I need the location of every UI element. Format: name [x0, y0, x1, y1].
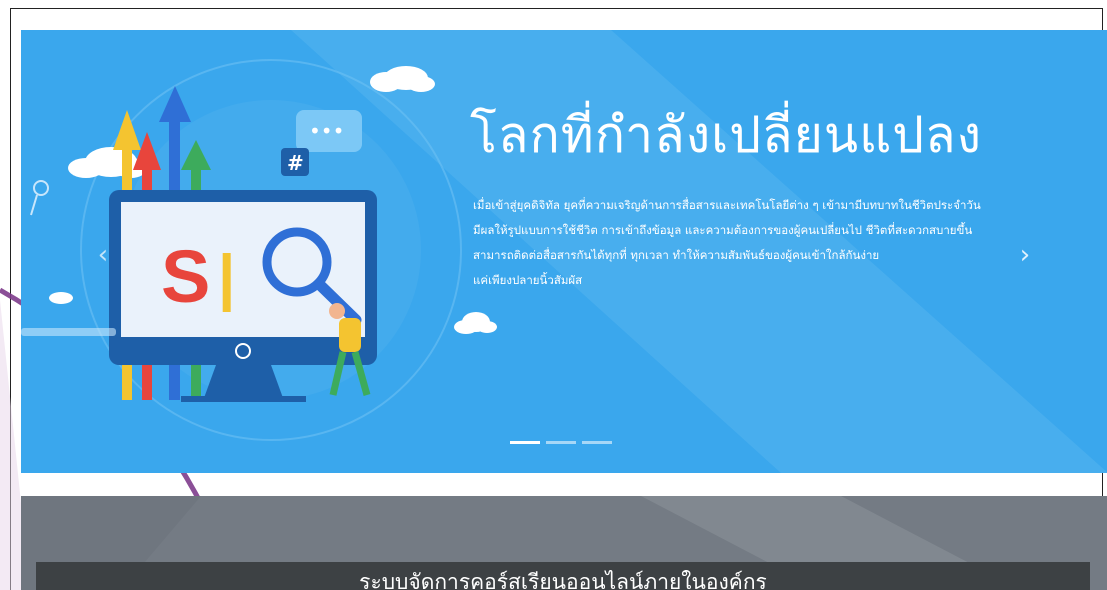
hero-carousel: S | ••• # โลกที่กำลังเปลี่ยนแปลง เมื่อเข… — [21, 30, 1107, 473]
screen-letter-s: S — [161, 235, 210, 318]
carousel-next-button[interactable]: › — [1011, 235, 1039, 275]
chevron-right-icon: › — [1019, 240, 1031, 270]
course-title-bar: ระบบจัดการคอร์สเรียนออนไลน์ภายในองค์กร — [36, 562, 1090, 590]
chat-bubble-dots: ••• — [309, 119, 344, 143]
pin-icon — [33, 180, 49, 196]
carousel-indicator-1[interactable] — [510, 441, 540, 444]
carousel-indicators — [510, 441, 612, 444]
chevron-left-icon: ‹ — [97, 240, 109, 270]
hero-description-line: แค่เพียงปลายนิ้วสัมผัส — [473, 273, 583, 287]
hero-description-line: มีผลให้รูปแบบการใช้ชีวิต การเข้าถึงข้อมู… — [473, 223, 973, 237]
screen-letter-bar: | — [218, 243, 235, 313]
carousel-prev-button[interactable]: ‹ — [89, 235, 117, 275]
hashtag-badge-text: # — [287, 151, 304, 175]
carousel-indicator-2[interactable] — [546, 441, 576, 444]
carousel-indicator-3[interactable] — [582, 441, 612, 444]
hero-title: โลกที่กำลังเปลี่ยนแปลง — [470, 106, 983, 164]
section-title: ระบบจัดการคอร์สเรียนออนไลน์ภายในองค์กร — [359, 570, 767, 590]
course-section: ระบบจัดการคอร์สเรียนออนไลน์ภายในองค์กร — [21, 496, 1107, 590]
hero-description-line: สามารถติดต่อสื่อสารกันได้ทุกที่ ทุกเวลา … — [473, 248, 880, 262]
hero-description-line: เมื่อเข้าสู่ยุคดิจิทัล ยุคที่ความเจริญด้… — [473, 198, 981, 212]
hero-description: เมื่อเข้าสู่ยุคดิจิทัล ยุคที่ความเจริญด้… — [473, 193, 1093, 293]
